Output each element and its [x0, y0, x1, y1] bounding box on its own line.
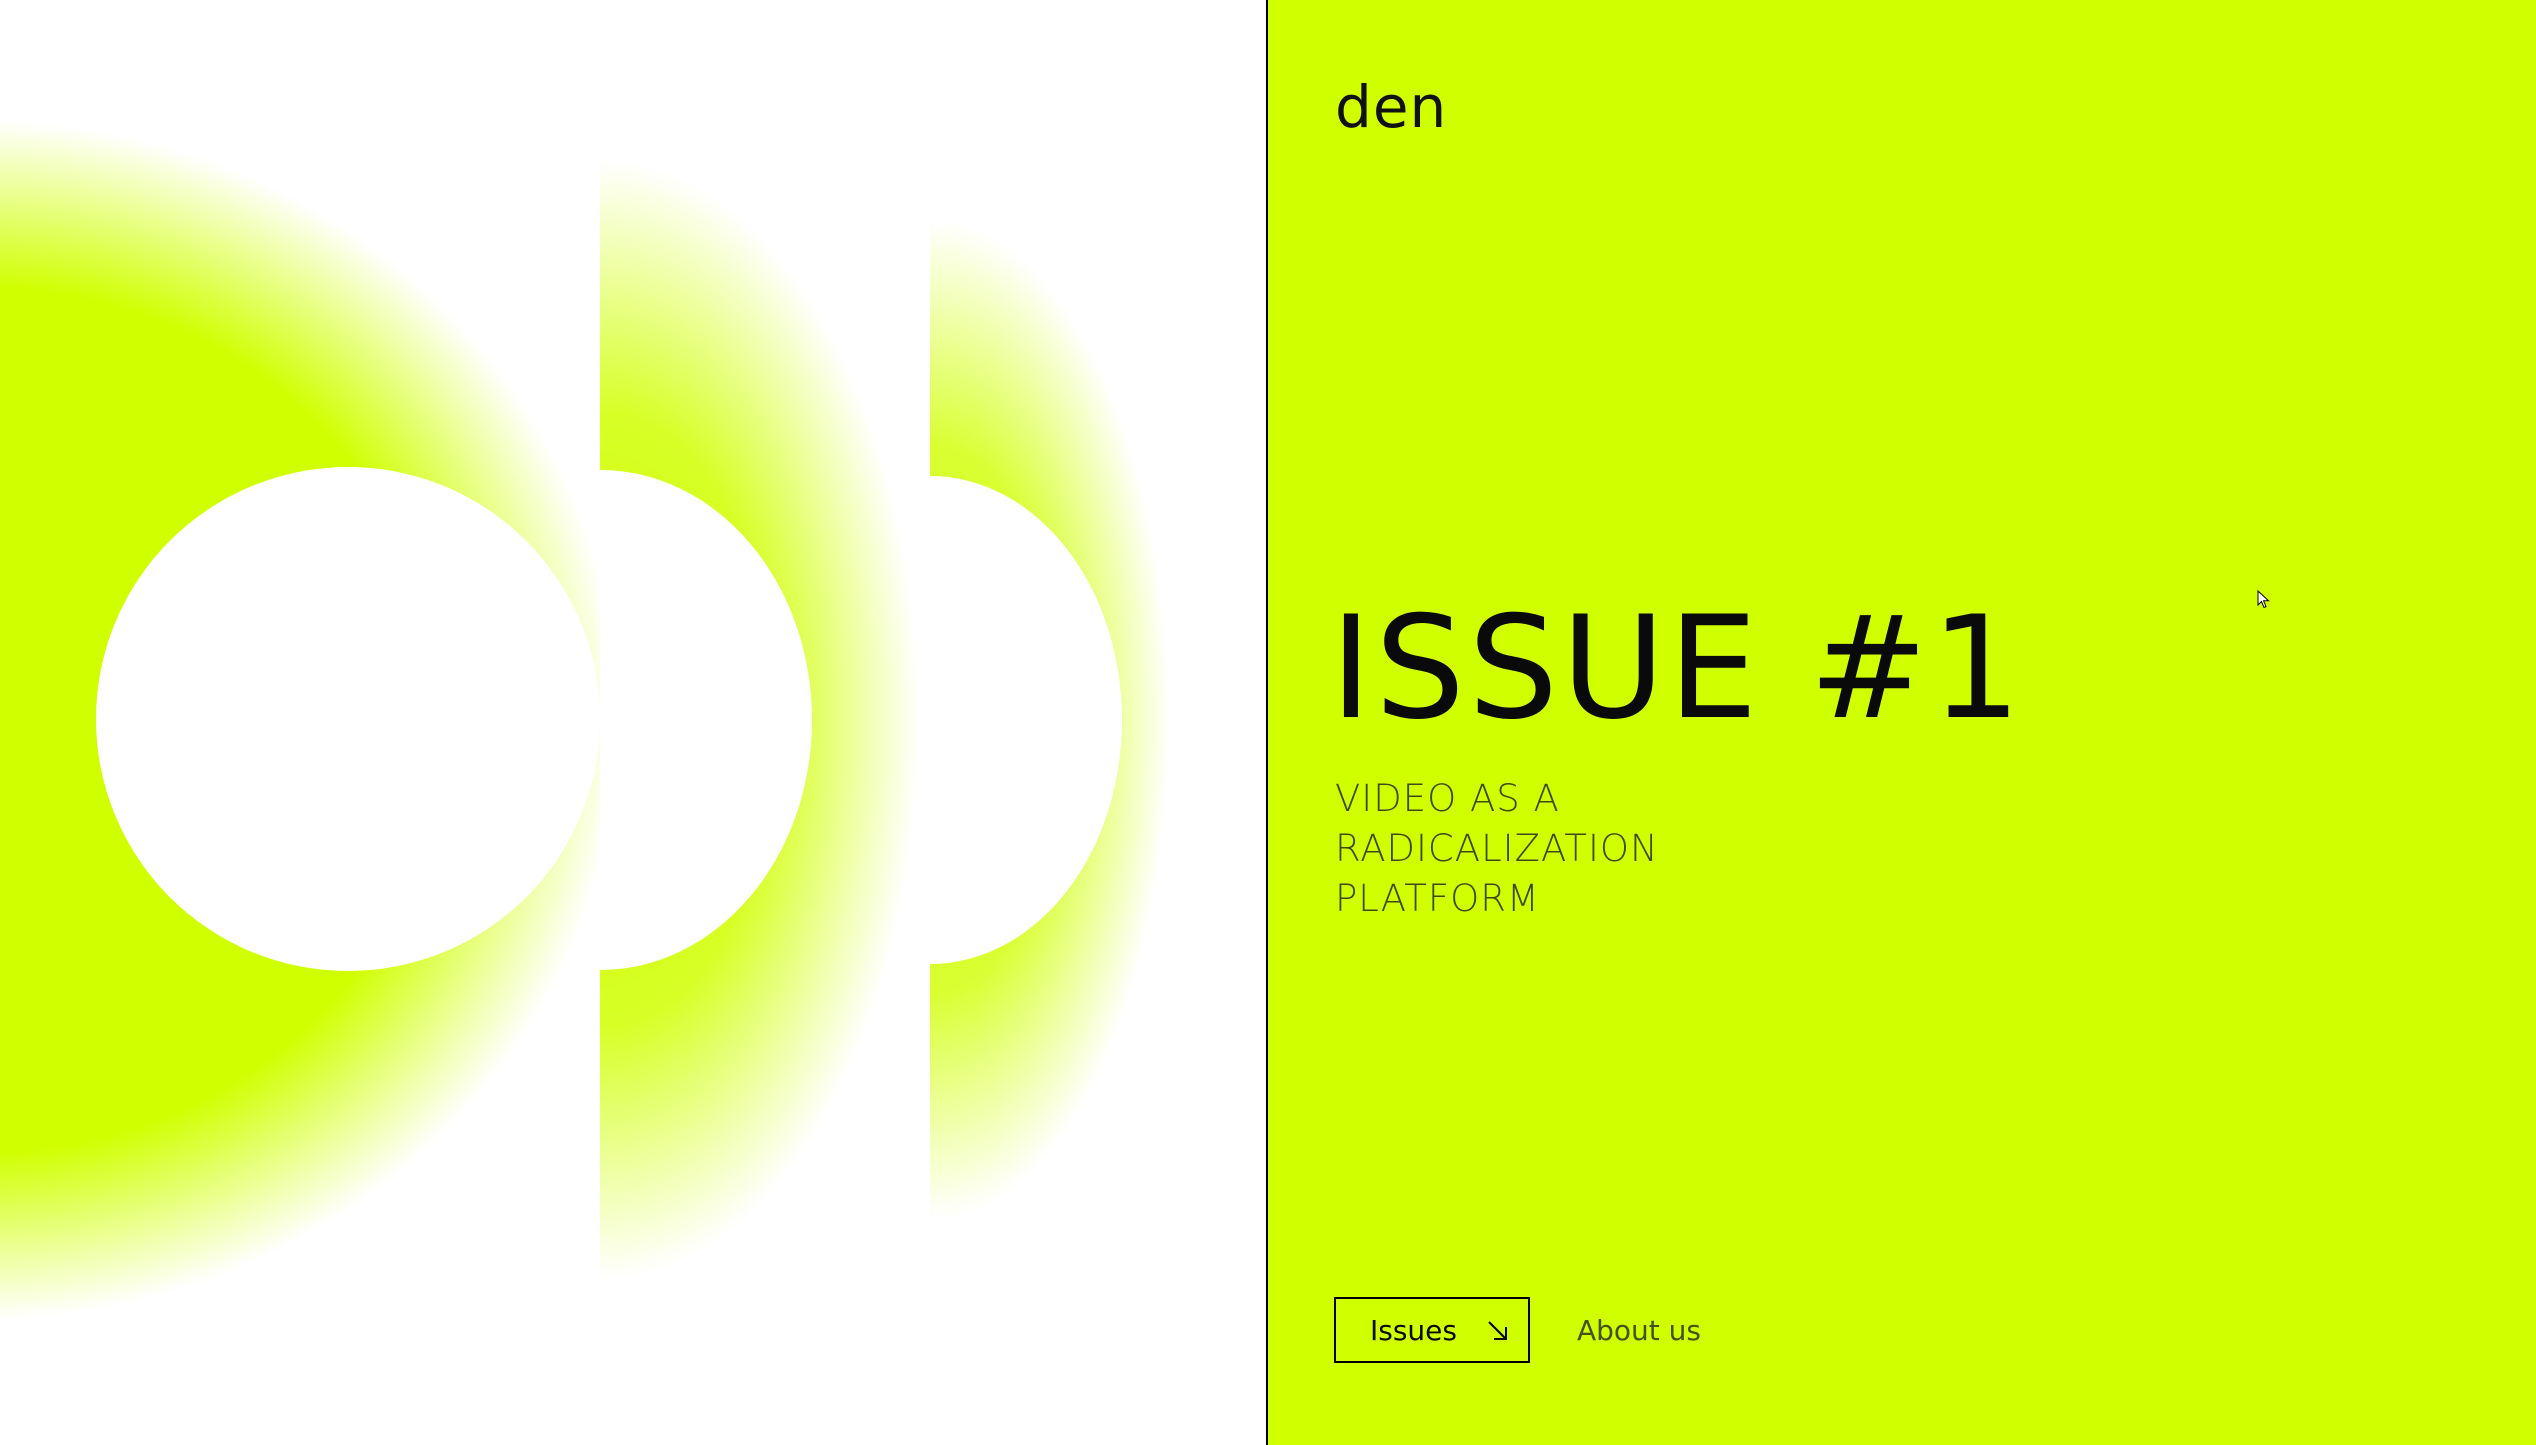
mouse-cursor-icon — [2257, 590, 2270, 609]
arrow-down-right-icon — [1488, 1321, 1507, 1340]
issue-subtitle: VIDEO AS A RADICALIZATION PLATFORM — [1335, 774, 1835, 924]
page: den ISSUE #1 VIDEO AS A RADICALIZATION P… — [0, 0, 2536, 1445]
subtitle-line: VIDEO AS A — [1335, 777, 1560, 820]
subtitle-line: RADICALIZATION — [1335, 827, 1659, 870]
logo[interactable]: den — [1335, 78, 1447, 136]
issues-button[interactable]: Issues — [1334, 1297, 1530, 1363]
issue-title: ISSUE #1 — [1330, 586, 2025, 751]
about-us-link[interactable]: About us — [1577, 1317, 1701, 1345]
gradient-circles-graphic — [0, 0, 1266, 1445]
hero-artwork — [0, 0, 1266, 1445]
content-panel: den ISSUE #1 VIDEO AS A RADICALIZATION P… — [1268, 0, 2536, 1445]
issues-button-label: Issues — [1370, 1313, 1457, 1347]
subtitle-line: PLATFORM — [1335, 877, 1540, 920]
